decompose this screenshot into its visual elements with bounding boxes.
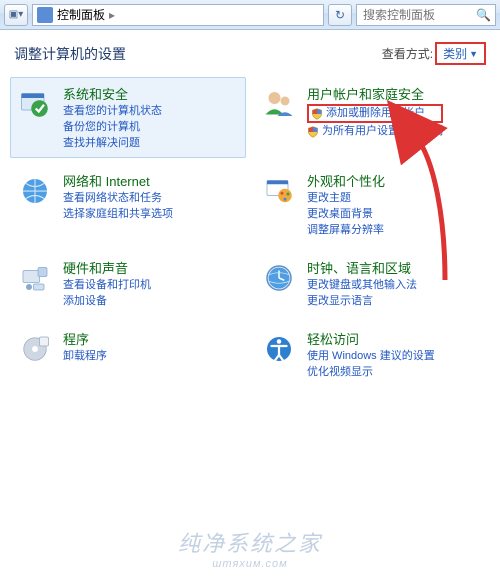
ease-access-icon: [259, 329, 299, 369]
link-uninstall[interactable]: 卸载程序: [63, 349, 107, 364]
link-add-remove-user[interactable]: 添加或删除用户帐户: [307, 104, 443, 123]
hardware-icon: [15, 258, 55, 298]
link-devices-printers[interactable]: 查看设备和打印机: [63, 278, 151, 293]
category-title: 程序: [63, 329, 107, 348]
appearance-icon: [259, 171, 299, 211]
search-icon: 🔍: [476, 8, 491, 22]
refresh-button[interactable]: ↻: [328, 4, 352, 26]
category-system-security[interactable]: 系统和安全 查看您的计算机状态 备份您的计算机 查找并解决问题: [10, 77, 246, 158]
watermark: 纯净系统之家 штяхим.сом: [0, 526, 500, 570]
system-security-icon: [15, 84, 55, 124]
category-grid: 系统和安全 查看您的计算机状态 备份您的计算机 查找并解决问题 用户帐户和家庭安…: [0, 73, 500, 391]
link-backup[interactable]: 备份您的计算机: [63, 120, 162, 135]
view-by-label: 查看方式:: [382, 45, 433, 62]
watermark-sub: штяхим.сом: [0, 558, 500, 570]
control-panel-icon: [37, 7, 53, 23]
link-optimize-video[interactable]: 优化视频显示: [307, 365, 435, 380]
link-view-status[interactable]: 查看您的计算机状态: [63, 104, 162, 119]
chevron-down-icon: ▼: [469, 49, 478, 59]
category-ease-access[interactable]: 轻松访问 使用 Windows 建议的设置 优化视频显示: [254, 322, 490, 387]
clock-icon: [259, 258, 299, 298]
link-resolution[interactable]: 调整屏幕分辨率: [307, 223, 385, 238]
page-title: 调整计算机的设置: [14, 44, 126, 64]
breadcrumb[interactable]: 控制面板: [57, 6, 105, 23]
category-title: 系统和安全: [63, 84, 162, 103]
link-change-wallpaper[interactable]: 更改桌面背景: [307, 207, 385, 222]
link-homegroup[interactable]: 选择家庭组和共享选项: [63, 207, 173, 222]
category-appearance[interactable]: 外观和个性化 更改主题 更改桌面背景 调整屏幕分辨率: [254, 164, 490, 245]
category-title: 时钟、语言和区域: [307, 258, 417, 277]
category-title: 网络和 Internet: [63, 171, 173, 190]
link-parental-control[interactable]: 为所有用户设置家长控制: [307, 124, 443, 139]
link-troubleshoot[interactable]: 查找并解决问题: [63, 136, 162, 151]
link-display-language[interactable]: 更改显示语言: [307, 294, 417, 309]
category-title: 用户帐户和家庭安全: [307, 84, 443, 103]
browse-folders-button[interactable]: ▣▾: [4, 4, 28, 26]
category-programs[interactable]: 程序 卸载程序: [10, 322, 246, 387]
search-box[interactable]: 🔍: [356, 4, 496, 26]
watermark-text: 纯净系统之家: [178, 531, 322, 556]
shield-icon: [307, 126, 319, 138]
link-windows-suggestions[interactable]: 使用 Windows 建议的设置: [307, 349, 435, 364]
category-clock-region[interactable]: 时钟、语言和区域 更改键盘或其他输入法 更改显示语言: [254, 251, 490, 316]
page-header: 调整计算机的设置 查看方式: 类别 ▼: [0, 30, 500, 73]
category-title: 硬件和声音: [63, 258, 151, 277]
category-user-accounts[interactable]: 用户帐户和家庭安全 添加或删除用户帐户 为所有用户设置家长控制: [254, 77, 490, 158]
category-network[interactable]: 网络和 Internet 查看网络状态和任务 选择家庭组和共享选项: [10, 164, 246, 245]
view-by-value: 类别: [443, 45, 467, 62]
window-titlebar: ▣▾ 控制面板 ▸ ↻ 🔍: [0, 0, 500, 30]
search-input[interactable]: [361, 7, 472, 23]
link-change-theme[interactable]: 更改主题: [307, 191, 385, 206]
network-icon: [15, 171, 55, 211]
category-title: 轻松访问: [307, 329, 435, 348]
chevron-right-icon[interactable]: ▸: [109, 8, 115, 22]
link-add-device[interactable]: 添加设备: [63, 294, 151, 309]
link-input-method[interactable]: 更改键盘或其他输入法: [307, 278, 417, 293]
user-accounts-icon: [259, 84, 299, 124]
address-bar[interactable]: 控制面板 ▸: [32, 4, 324, 26]
programs-icon: [15, 329, 55, 369]
category-hardware[interactable]: 硬件和声音 查看设备和打印机 添加设备: [10, 251, 246, 316]
view-by-dropdown[interactable]: 类别 ▼: [435, 42, 486, 65]
category-title: 外观和个性化: [307, 171, 385, 190]
shield-icon: [311, 108, 323, 120]
link-network-status[interactable]: 查看网络状态和任务: [63, 191, 173, 206]
view-by-control: 查看方式: 类别 ▼: [382, 42, 486, 65]
